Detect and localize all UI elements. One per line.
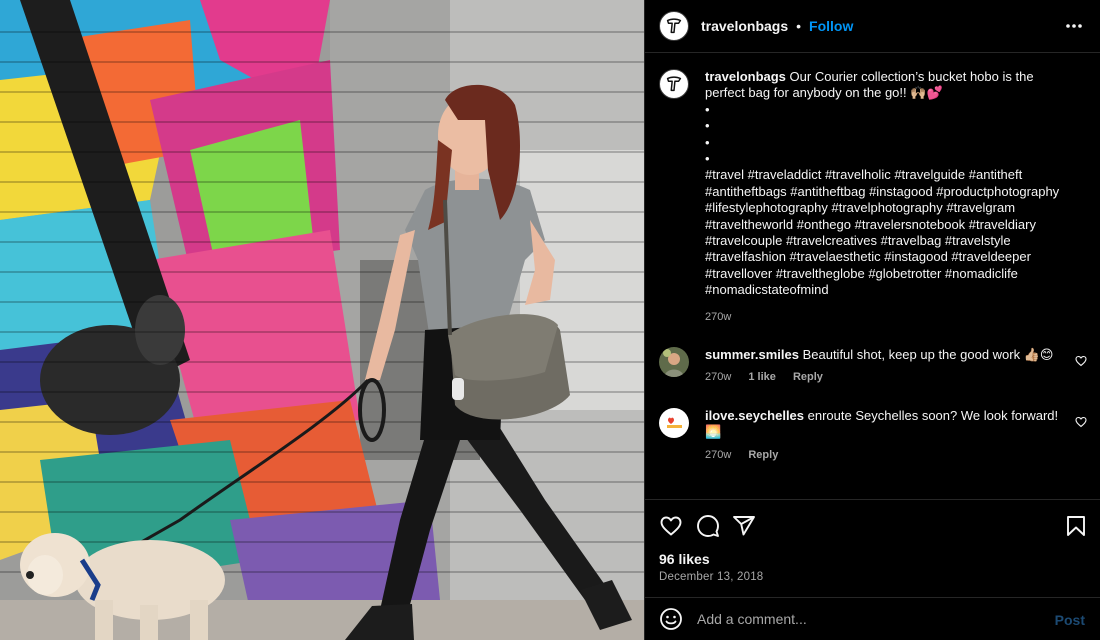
follow-button[interactable]: Follow [809, 18, 853, 34]
comment-meta: 270w 1 like Reply [705, 369, 1065, 385]
bookmark-icon[interactable] [1064, 514, 1088, 538]
comment-time[interactable]: 270w [705, 449, 731, 461]
caption-time[interactable]: 270w [705, 311, 731, 323]
post-actions: 96 likes December 13, 2018 [645, 499, 1100, 596]
caption-bullet: • [705, 118, 710, 134]
caption-username[interactable]: travelonbags [705, 69, 786, 84]
commenter-avatar[interactable] [659, 407, 689, 438]
caption: travelonbags Our Courier collection’s bu… [659, 69, 1087, 325]
post-header: travelonbags • Follow [645, 0, 1100, 53]
paper-plane-icon[interactable] [732, 514, 756, 538]
comment-like-heart-icon[interactable] [1075, 416, 1087, 428]
post-photo [0, 0, 644, 640]
avatar-image [659, 407, 689, 438]
travelon-logo-icon [666, 18, 682, 34]
account-avatar[interactable] [659, 11, 689, 41]
caption-bullet: • [705, 134, 710, 150]
more-options-button[interactable] [1065, 17, 1083, 35]
post-date[interactable]: December 13, 2018 [659, 571, 763, 583]
comment-username[interactable]: ilove.seychelles [705, 408, 804, 423]
comment-time[interactable]: 270w [705, 371, 731, 383]
comment-meta: 270w Reply [705, 447, 1065, 463]
comment-text: Beautiful shot, keep up the good work 👍🏼… [802, 347, 1054, 363]
comment-body: summer.smiles Beautiful shot, keep up th… [705, 347, 1065, 386]
more-horizontal-icon [1066, 24, 1082, 28]
separator-dot: • [796, 18, 802, 34]
comment-like-heart-icon[interactable] [1075, 355, 1087, 367]
post-comment-button[interactable]: Post [1055, 612, 1085, 628]
caption-meta: 270w [705, 309, 1065, 325]
commenter-avatar[interactable] [659, 347, 689, 378]
comments-list[interactable]: travelonbags Our Courier collection’s bu… [645, 53, 1100, 498]
post-detail-panel: travelonbags • Follow travelonbags Our C… [644, 0, 1100, 640]
comment-like-count[interactable]: 1 like [748, 371, 776, 383]
like-count[interactable]: 96 likes [659, 551, 710, 567]
comment-username[interactable]: summer.smiles [705, 347, 799, 362]
caption-avatar[interactable] [659, 69, 689, 99]
heart-icon[interactable] [659, 514, 683, 538]
smiley-icon[interactable] [659, 607, 683, 631]
comment-body: ilove.seychelles enroute Seychelles soon… [705, 408, 1065, 463]
comment-input[interactable] [697, 611, 1037, 627]
post-image[interactable] [0, 0, 644, 640]
caption-bullet: • [705, 101, 710, 117]
caption-body: travelonbags Our Courier collection’s bu… [705, 69, 1065, 325]
comment-composer: Post [645, 597, 1100, 640]
reply-button[interactable]: Reply [793, 371, 823, 383]
caption-bullet: • [705, 150, 710, 166]
comment-item: summer.smiles Beautiful shot, keep up th… [659, 347, 1087, 386]
caption-hashtags[interactable]: #travel #traveladdict #travelholic #trav… [705, 167, 1065, 298]
avatar-image [659, 347, 689, 378]
header-username[interactable]: travelonbags [701, 18, 788, 34]
reply-button[interactable]: Reply [748, 449, 778, 461]
travelon-logo-icon [666, 76, 682, 92]
comment-item: ilove.seychelles enroute Seychelles soon… [659, 407, 1087, 463]
comment-bubble-icon[interactable] [696, 514, 720, 538]
